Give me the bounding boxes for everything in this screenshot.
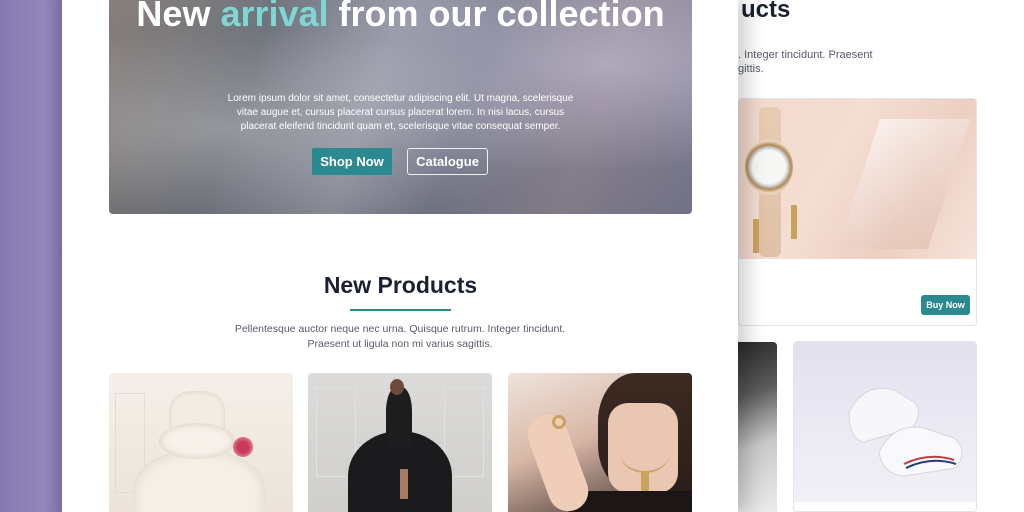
new-products-description: Pellentesque auctor neque nec urna. Quis… bbox=[234, 323, 566, 350]
product-card-gown[interactable] bbox=[308, 373, 492, 512]
product-card-bag[interactable] bbox=[738, 342, 777, 512]
hero-title: New arrival from our collection bbox=[109, 0, 692, 35]
page-background bbox=[0, 0, 62, 512]
model-leg bbox=[400, 469, 408, 499]
catalogue-button[interactable]: Catalogue bbox=[407, 148, 488, 175]
hero-description: Lorem ipsum dolor sit amet, consectetur … bbox=[227, 93, 574, 132]
watch-photo bbox=[739, 99, 976, 259]
product-card-dress[interactable] bbox=[109, 373, 293, 512]
hero-title-part1: New bbox=[136, 0, 221, 34]
blouse-fold bbox=[837, 119, 971, 249]
shop-now-button[interactable]: Shop Now bbox=[312, 148, 392, 175]
back-section-description: . Integer tincidunt. Praesent gittis. bbox=[738, 48, 888, 76]
new-products-title: New Products bbox=[323, 272, 478, 298]
gown-bodice bbox=[386, 387, 412, 447]
title-underline bbox=[350, 309, 451, 311]
model-head bbox=[390, 379, 404, 395]
sneaker-icon bbox=[848, 387, 963, 477]
hero-title-accent: arrival bbox=[220, 0, 329, 34]
bracelet-bar bbox=[753, 219, 759, 253]
hero-title-part2: from our collection bbox=[328, 0, 665, 34]
hero-banner: New arrival from our collection Lorem ip… bbox=[109, 0, 692, 214]
dress-bow bbox=[159, 423, 235, 459]
flowers bbox=[233, 437, 253, 457]
sneaker-photo bbox=[794, 342, 976, 502]
back-section-title: ucts bbox=[741, 0, 791, 23]
ring bbox=[552, 415, 566, 429]
necklace bbox=[620, 433, 670, 473]
buy-now-button[interactable]: Buy Now bbox=[921, 295, 970, 315]
product-card-jewelry[interactable] bbox=[508, 373, 692, 512]
pendant bbox=[641, 471, 649, 491]
bracelet-bar bbox=[791, 205, 797, 239]
product-card-watch[interactable]: Buy Now bbox=[738, 98, 977, 326]
watch-face bbox=[745, 139, 793, 195]
product-card-sneaker[interactable] bbox=[793, 341, 977, 512]
back-desc-text: . Integer tincidunt. Praesent gittis. bbox=[738, 49, 873, 75]
